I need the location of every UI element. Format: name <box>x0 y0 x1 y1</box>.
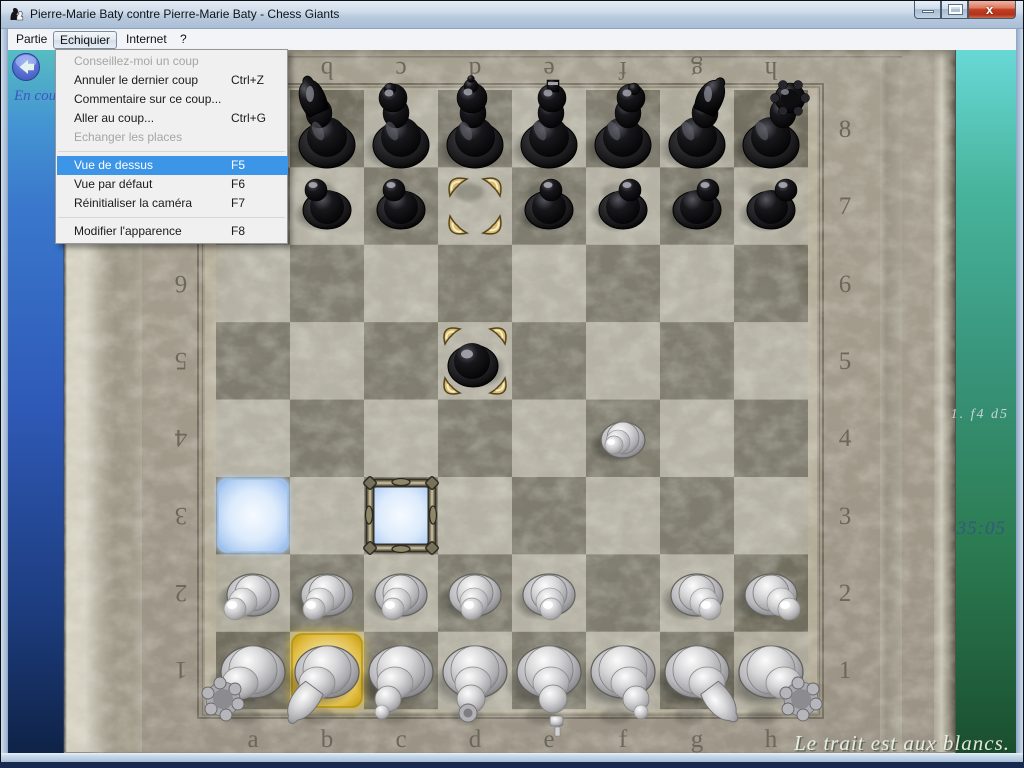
svg-text:3: 3 <box>839 503 852 530</box>
svg-text:8: 8 <box>839 116 852 143</box>
svg-text:c: c <box>395 726 406 753</box>
svg-text:7: 7 <box>839 193 852 220</box>
svg-text:h: h <box>765 726 778 753</box>
svg-text:5: 5 <box>175 347 188 374</box>
svg-text:6: 6 <box>175 270 188 297</box>
svg-text:1: 1 <box>175 656 188 683</box>
svg-text:a: a <box>247 726 258 753</box>
svg-text:g: g <box>691 726 704 753</box>
svg-text:6: 6 <box>839 271 852 298</box>
svg-text:f: f <box>618 56 627 83</box>
svg-text:Le trait est aux blancs.: Le trait est aux blancs. <box>793 731 1010 753</box>
svg-text:b: b <box>321 726 334 753</box>
svg-text:4: 4 <box>174 424 187 451</box>
svg-text:g: g <box>690 56 703 83</box>
svg-text:b: b <box>321 56 334 83</box>
svg-text:d: d <box>469 726 482 753</box>
svg-text:4: 4 <box>839 425 852 452</box>
svg-text:c: c <box>395 56 406 83</box>
svg-text:1. f4 d5: 1. f4 d5 <box>951 407 1009 422</box>
svg-text:e: e <box>543 726 554 753</box>
svg-text:5: 5 <box>839 348 852 375</box>
svg-text:e: e <box>543 56 554 83</box>
svg-text:f: f <box>619 726 628 753</box>
svg-text:h: h <box>764 56 777 83</box>
svg-text:2: 2 <box>175 579 188 606</box>
svg-text:3: 3 <box>175 502 188 529</box>
svg-text:1: 1 <box>839 657 852 684</box>
svg-text:2: 2 <box>839 580 852 607</box>
svg-text:35:05: 35:05 <box>956 518 1006 539</box>
